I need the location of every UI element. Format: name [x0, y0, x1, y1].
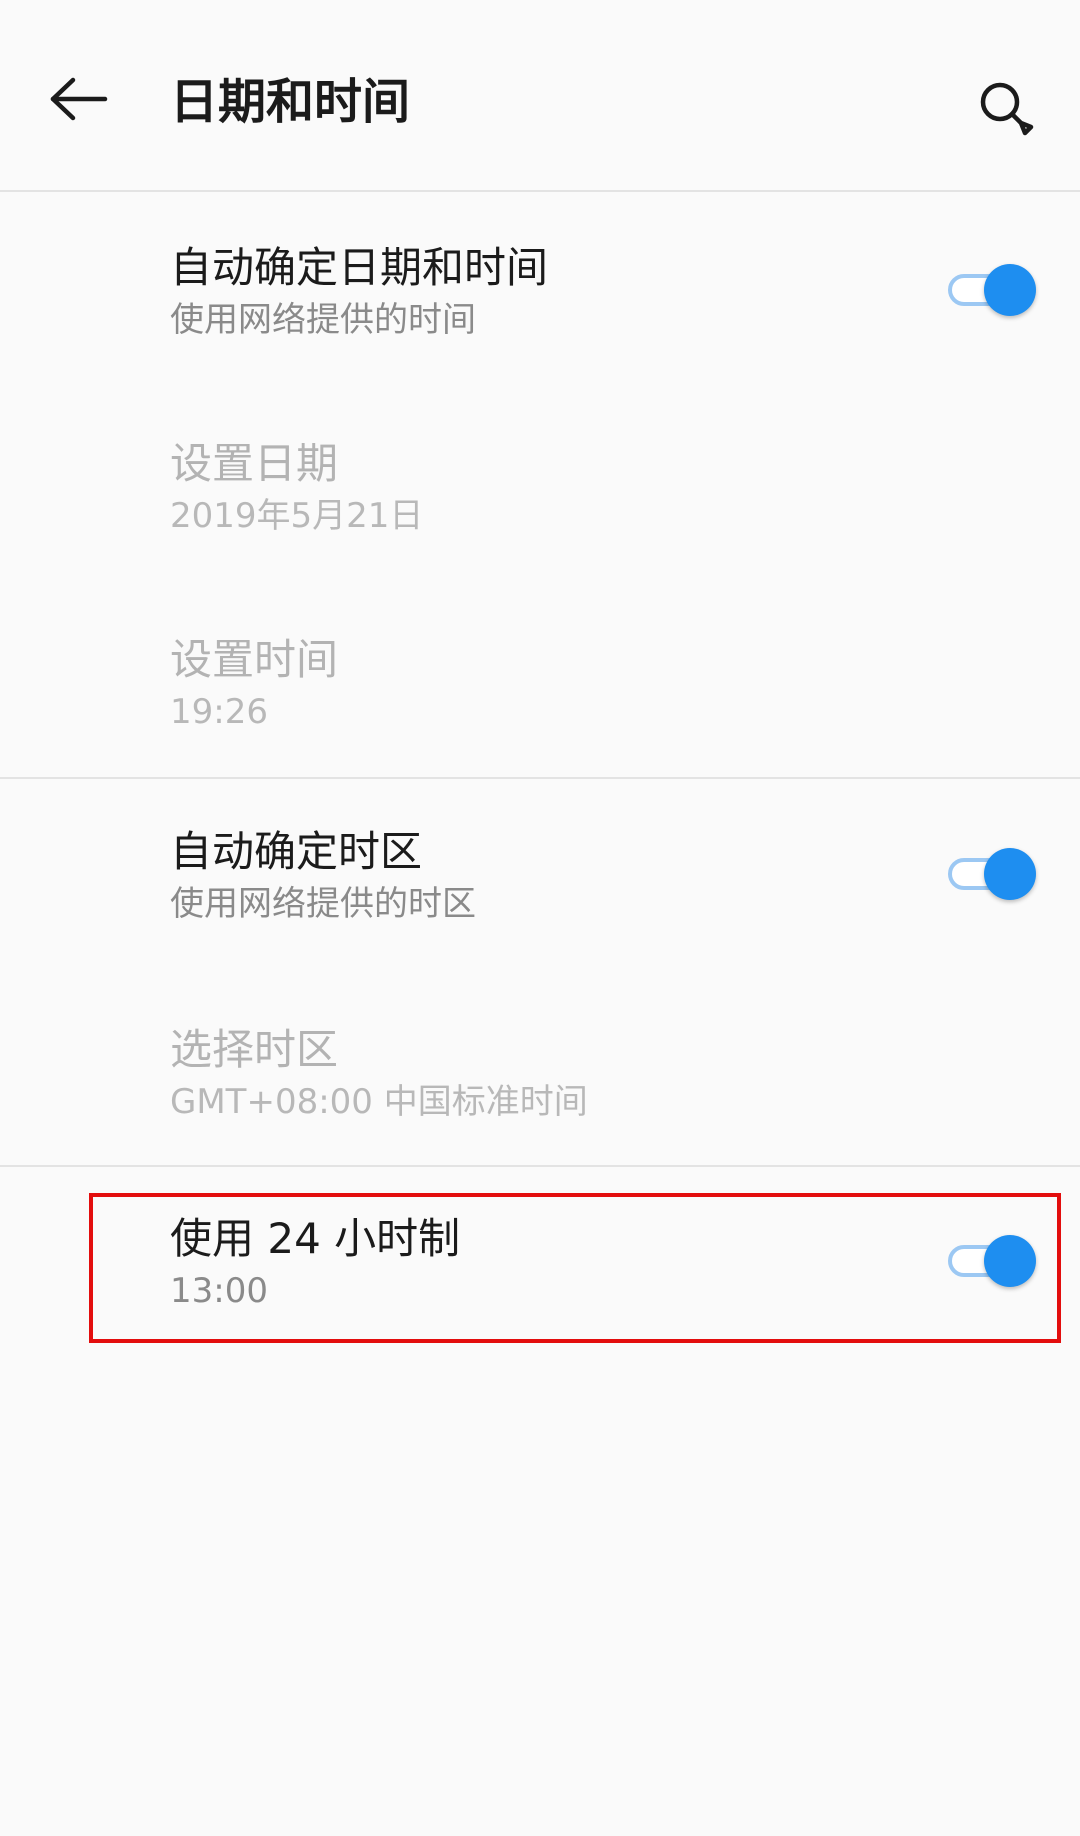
- toggle-thumb: [984, 264, 1036, 316]
- auto-datetime-toggle[interactable]: [946, 260, 1038, 320]
- setting-set-time[interactable]: 设置时间 19:26: [0, 622, 1080, 752]
- section-divider: [0, 1165, 1080, 1167]
- setting-subtitle: 19:26: [170, 692, 268, 732]
- search-icon: [980, 82, 1034, 136]
- setting-title: 选择时区: [170, 1025, 339, 1074]
- setting-subtitle: GMT+08:00 中国标准时间: [170, 1082, 588, 1122]
- page-title: 日期和时间: [170, 74, 411, 130]
- setting-auto-timezone[interactable]: 自动确定时区 使用网络提供的时区: [0, 814, 1080, 944]
- auto-timezone-toggle[interactable]: [946, 844, 1038, 904]
- setting-subtitle: 使用网络提供的时间: [170, 300, 476, 340]
- 24-hour-toggle[interactable]: [946, 1231, 1038, 1291]
- back-button[interactable]: [36, 56, 122, 142]
- setting-title: 自动确定日期和时间: [170, 243, 549, 292]
- setting-title: 设置日期: [170, 439, 339, 488]
- toggle-thumb: [984, 848, 1036, 900]
- setting-subtitle: 2019年5月21日: [170, 496, 424, 536]
- search-button[interactable]: [962, 64, 1052, 154]
- arrow-left-icon: [50, 77, 108, 121]
- setting-title: 自动确定时区: [170, 827, 423, 876]
- setting-subtitle: 使用网络提供的时区: [170, 884, 476, 924]
- setting-select-timezone[interactable]: 选择时区 GMT+08:00 中国标准时间: [0, 1012, 1080, 1142]
- toggle-thumb: [984, 1235, 1036, 1287]
- setting-auto-datetime[interactable]: 自动确定日期和时间 使用网络提供的时间: [0, 230, 1080, 360]
- setting-title: 设置时间: [170, 635, 339, 684]
- setting-set-date[interactable]: 设置日期 2019年5月21日: [0, 426, 1080, 556]
- section-divider: [0, 777, 1080, 779]
- setting-subtitle: 13:00: [170, 1271, 268, 1311]
- app-bar: 日期和时间: [0, 0, 1080, 192]
- setting-24-hour[interactable]: 使用 24 小时制 13:00: [0, 1201, 1080, 1331]
- setting-title: 使用 24 小时制: [170, 1214, 461, 1263]
